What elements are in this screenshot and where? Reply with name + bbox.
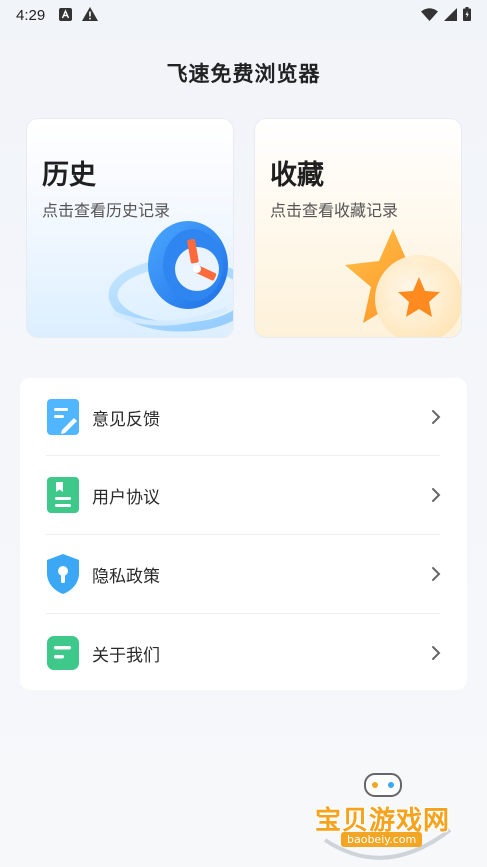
chevron-right-icon <box>432 410 441 424</box>
favorites-card[interactable]: 收藏 点击查看收藏记录 <box>254 118 462 338</box>
favorites-card-title: 收藏 <box>270 160 324 191</box>
menu-item-about-us[interactable]: 关于我们 <box>46 614 442 692</box>
a-icon <box>59 6 73 25</box>
chevron-right-icon <box>432 646 441 660</box>
status-bar: 4:29 <box>0 0 487 30</box>
chevron-right-icon <box>432 567 441 581</box>
page-title: 飞速免费浏览器 <box>166 62 321 86</box>
signal-icon <box>444 6 457 25</box>
menu-item-privacy-policy[interactable]: 隐私政策 <box>46 535 442 613</box>
history-card-title: 历史 <box>42 160 96 191</box>
menu-item-user-agreement[interactable]: 用户协议 <box>46 456 442 534</box>
menu-item-feedback[interactable]: 意见反馈 <box>46 378 442 456</box>
battery-icon <box>463 6 471 25</box>
status-time: 4:29 <box>16 6 46 24</box>
menu-item-about-us-label: 关于我们 <box>92 645 160 666</box>
favorites-card-subtitle: 点击查看收藏记录 <box>270 201 399 220</box>
chevron-right-icon <box>432 488 441 502</box>
wifi-icon <box>421 6 438 25</box>
history-card[interactable]: 历史 点击查看历史记录 <box>26 118 234 338</box>
shield-icon <box>46 554 80 594</box>
warning-icon <box>82 6 99 25</box>
star-icon <box>345 229 461 337</box>
agreement-icon <box>46 476 80 514</box>
menu-item-privacy-policy-label: 隐私政策 <box>92 566 160 587</box>
menu-item-feedback-label: 意见反馈 <box>92 409 160 430</box>
clock-icon <box>108 221 233 332</box>
feedback-icon <box>46 398 80 436</box>
settings-menu: 意见反馈 用户协议 隐私政策 关于我们 <box>20 378 467 690</box>
watermark-url: baobeiy.com <box>341 832 423 847</box>
about-icon <box>46 634 80 672</box>
watermark: 宝贝游戏网 baobeiy.com <box>305 770 465 865</box>
menu-item-user-agreement-label: 用户协议 <box>92 487 160 508</box>
